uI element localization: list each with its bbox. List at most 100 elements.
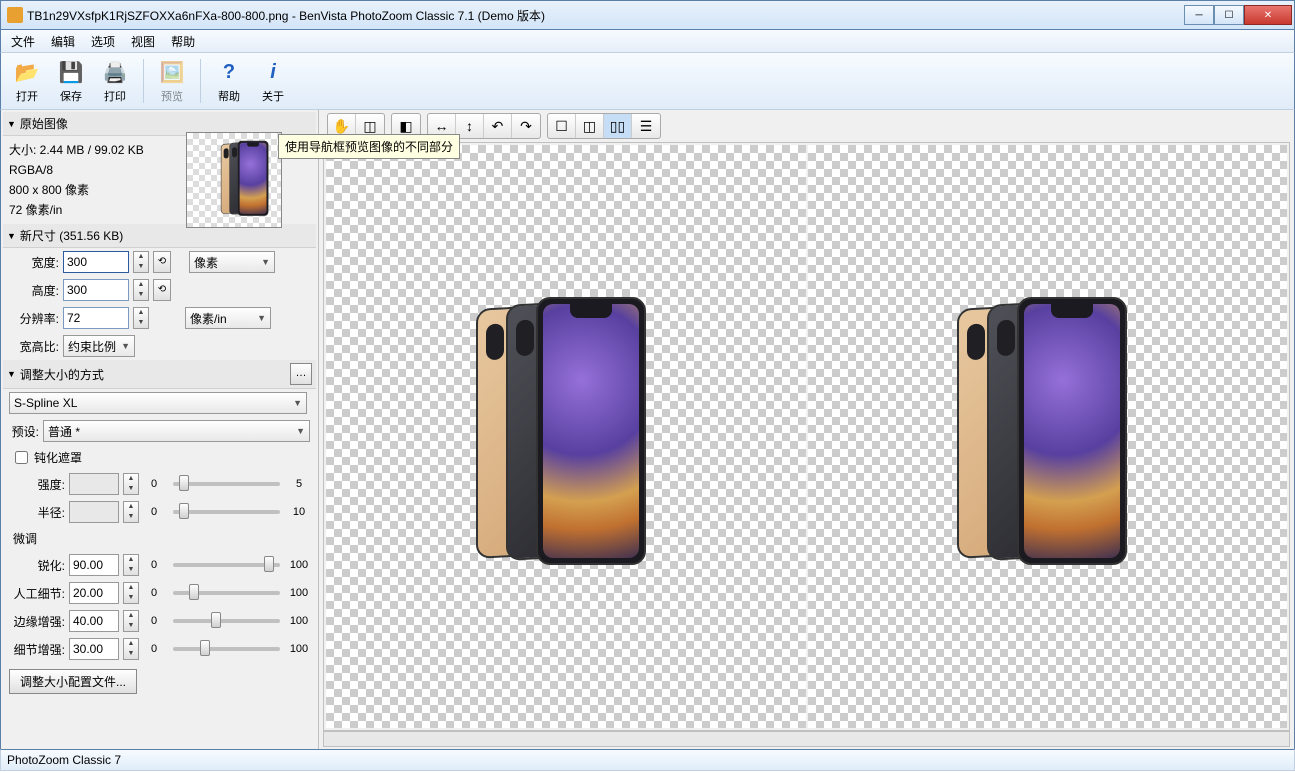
preset-label: 预设:: [9, 423, 39, 440]
aspect-ratio-select[interactable]: 约束比例▼: [63, 335, 135, 357]
width-link-button[interactable]: ⟲: [153, 251, 171, 273]
single-view-icon: ☐: [555, 118, 568, 135]
sharpness-input[interactable]: [69, 554, 119, 576]
preview-button[interactable]: 🖼️ 预览: [152, 55, 192, 107]
menu-edit[interactable]: 编辑: [43, 31, 83, 52]
help-button[interactable]: ? 帮助: [209, 55, 249, 107]
finetune-label: 微调: [3, 526, 316, 551]
split-view-icon: ◫: [583, 118, 596, 135]
status-text: PhotoZoom Classic 7: [7, 753, 121, 767]
rotate-right-button[interactable]: ↷: [512, 114, 540, 138]
help-icon: ?: [215, 58, 243, 86]
menubar: 文件 编辑 选项 视图 帮助: [0, 30, 1295, 52]
view-sidebyside-button[interactable]: ▯▯: [604, 114, 632, 138]
artifical-detail-spinner[interactable]: ▲▼: [123, 582, 139, 604]
view-split-button[interactable]: ◫: [576, 114, 604, 138]
folder-open-icon: 📂: [13, 58, 41, 86]
preview-result-pane[interactable]: [808, 145, 1288, 728]
artifical-detail-slider[interactable]: [173, 591, 280, 595]
print-button[interactable]: 🖨️ 打印: [95, 55, 135, 107]
rotate-right-icon: ↷: [520, 118, 532, 135]
menu-options[interactable]: 选项: [83, 31, 123, 52]
hand-icon: ✋: [333, 118, 350, 135]
edge-boost-spinner[interactable]: ▲▼: [123, 610, 139, 632]
rotate-left-icon: ↶: [492, 118, 504, 135]
resize-profiles-button[interactable]: 调整大小配置文件...: [9, 669, 137, 694]
print-icon: 🖨️: [101, 58, 129, 86]
maximize-button[interactable]: ☐: [1214, 5, 1244, 25]
width-input[interactable]: [63, 251, 129, 273]
view-single-button[interactable]: ☐: [548, 114, 576, 138]
save-icon: 💾: [57, 58, 85, 86]
detail-boost-spinner[interactable]: ▲▼: [123, 638, 139, 660]
resize-method-more-button[interactable]: …: [290, 363, 312, 385]
artifical-detail-input[interactable]: [69, 582, 119, 604]
navigator-tooltip: 使用导航框预览图像的不同部分: [278, 134, 460, 159]
radius-slider[interactable]: [173, 510, 280, 514]
preview-panel: ✋ ◫ ◧ ↔ ↕ ↶ ↷ ☐ ◫ ▯▯ ☰: [319, 110, 1294, 749]
minimize-button[interactable]: ─: [1184, 5, 1214, 25]
width-unit-select[interactable]: 像素▼: [189, 251, 275, 273]
height-input[interactable]: [63, 279, 129, 301]
flip-vertical-button[interactable]: ↕: [456, 114, 484, 138]
edge-boost-slider[interactable]: [173, 619, 280, 623]
detail-boost-label: 细节增强:: [9, 641, 65, 658]
preset-select[interactable]: 普通 *▼: [43, 420, 310, 442]
resize-method-header[interactable]: ▼ 调整大小的方式 …: [3, 360, 316, 389]
window-title: TB1n29VXsfpK1RjSZFOXXa6nFXa-800-800.png …: [27, 7, 1184, 24]
sharpness-spinner[interactable]: ▲▼: [123, 554, 139, 576]
resolution-unit-select[interactable]: 像素/in▼: [185, 307, 271, 329]
view-stacked-button[interactable]: ☰: [632, 114, 660, 138]
edge-boost-label: 边缘增强:: [9, 613, 65, 630]
menu-help[interactable]: 帮助: [163, 31, 203, 52]
resolution-input[interactable]: [63, 307, 129, 329]
collapse-icon: ▼: [7, 119, 16, 129]
edge-boost-input[interactable]: [69, 610, 119, 632]
main-toolbar: 📂 打开 💾 保存 🖨️ 打印 🖼️ 预览 ? 帮助 i 关于: [0, 52, 1295, 110]
detail-boost-input[interactable]: [69, 638, 119, 660]
detail-boost-slider[interactable]: [173, 647, 280, 651]
height-spinner[interactable]: ▲▼: [133, 279, 149, 301]
navigator-thumbnail[interactable]: [186, 132, 282, 228]
menu-file[interactable]: 文件: [3, 31, 43, 52]
strength-spinner[interactable]: ▲▼: [123, 473, 139, 495]
strength-label: 强度:: [9, 476, 65, 493]
status-bar: PhotoZoom Classic 7: [0, 749, 1295, 771]
preview-area[interactable]: [323, 142, 1290, 731]
info-icon: i: [259, 58, 287, 86]
menu-view[interactable]: 视图: [123, 31, 163, 52]
marquee-icon: ◫: [363, 118, 376, 135]
flip-v-icon: ↕: [466, 118, 473, 134]
preview-toolbar: ✋ ◫ ◧ ↔ ↕ ↶ ↷ ☐ ◫ ▯▯ ☰: [319, 110, 1294, 142]
height-label: 高度:: [9, 282, 59, 299]
strength-input[interactable]: [69, 473, 119, 495]
unsharp-mask-checkbox[interactable]: [15, 451, 28, 464]
width-label: 宽度:: [9, 254, 59, 271]
preview-original-pane[interactable]: [326, 145, 806, 728]
preview-icon: 🖼️: [158, 58, 186, 86]
resolution-spinner[interactable]: ▲▼: [133, 307, 149, 329]
save-button[interactable]: 💾 保存: [51, 55, 91, 107]
artifical-detail-label: 人工细节:: [9, 585, 65, 602]
resize-method-select[interactable]: S-Spline XL▼: [9, 392, 307, 414]
resolution-label: 分辨率:: [9, 310, 59, 327]
rotate-left-button[interactable]: ↶: [484, 114, 512, 138]
sharpness-label: 锐化:: [9, 557, 65, 574]
open-button[interactable]: 📂 打开: [7, 55, 47, 107]
strength-slider[interactable]: [173, 482, 280, 486]
radius-input[interactable]: [69, 501, 119, 523]
settings-sidebar: ▼ 原始图像 大小: 2.44 MB / 99.02 KB RGBA/8 800…: [1, 110, 319, 749]
unsharp-mask-label: 钝化遮罩: [34, 449, 82, 466]
sharpness-slider[interactable]: [173, 563, 280, 567]
app-icon: [7, 7, 23, 23]
about-button[interactable]: i 关于: [253, 55, 293, 107]
horizontal-scrollbar[interactable]: [323, 731, 1290, 747]
sidebyside-icon: ▯▯: [610, 118, 625, 135]
stacked-icon: ☰: [640, 118, 653, 135]
radius-spinner[interactable]: ▲▼: [123, 501, 139, 523]
close-button[interactable]: ✕: [1244, 5, 1292, 25]
height-link-button[interactable]: ⟲: [153, 279, 171, 301]
width-spinner[interactable]: ▲▼: [133, 251, 149, 273]
flip-h-icon: ↔: [435, 118, 449, 134]
crop-icon: ◧: [399, 118, 412, 135]
